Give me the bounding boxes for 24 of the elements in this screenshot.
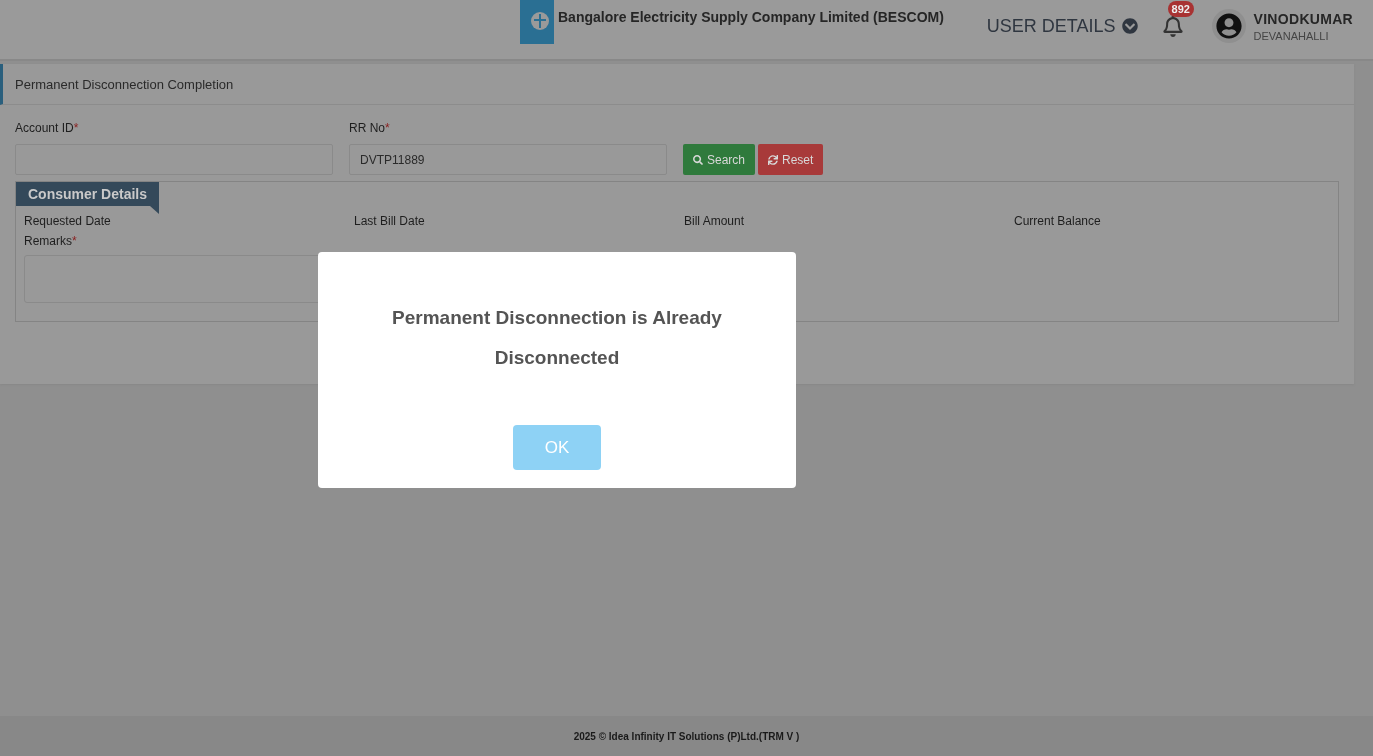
page-title: Permanent Disconnection Completion — [0, 64, 1354, 105]
notification-count: 892 — [1167, 1, 1194, 17]
refresh-icon — [768, 154, 779, 165]
section-title: Consumer Details — [16, 182, 160, 206]
user-name: VINODKUMAR — [1253, 10, 1353, 27]
field-label: Account ID* — [15, 121, 80, 135]
input-field[interactable]: DVTP11889 — [349, 144, 667, 175]
field-label: Current Balance — [1014, 214, 1101, 228]
search-icon — [693, 154, 703, 165]
notification-bell-icon[interactable] — [1161, 15, 1184, 37]
field-label: Remarks* — [24, 234, 78, 248]
field-label: Requested Date — [24, 214, 111, 228]
chevron-down-icon — [1121, 18, 1138, 34]
dialog-message: Permanent Disconnection is Already Disconnected — [391, 306, 723, 370]
field-label: Bill Amount — [684, 214, 745, 228]
footer-text: 2025 © Idea Infinity IT Solutions (P)Ltd.(TRM V ) — [0, 716, 1373, 756]
search-button[interactable]: Search — [683, 144, 756, 175]
field-label: Last Bill Date — [354, 214, 425, 228]
field-label: RR No* — [349, 121, 391, 135]
user-location: DEVANAHALLI — [1253, 29, 1330, 42]
company-name: Bangalore Electricity Supply Company Limited (BESCOM) — [558, 9, 944, 25]
reset-button[interactable]: Reset — [758, 144, 824, 175]
user-details-menu[interactable]: USER DETAILS — [986, 15, 1138, 37]
ribbon-fold — [150, 206, 160, 214]
